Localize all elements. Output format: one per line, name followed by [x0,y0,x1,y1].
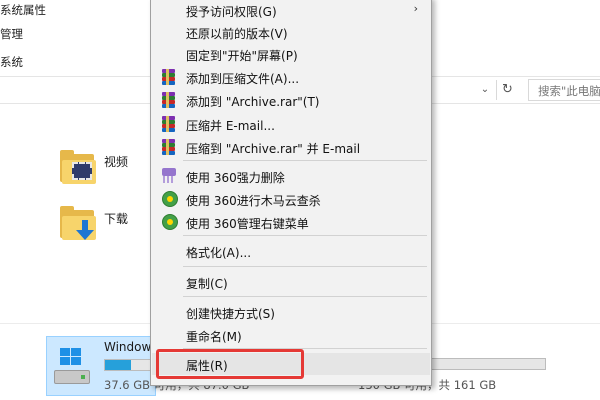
ribbon-fragment: 系统属性 管理 系统 [0,0,150,74]
manage-link[interactable]: 管理 [0,26,23,42]
drive-c-usage-bar [104,359,152,371]
chevron-right-icon: › [413,2,418,15]
windows-drive-icon [54,348,90,388]
menu-separator [183,296,427,297]
context-menu: 授予访问权限(G) › 还原以前的版本(V) 固定到"开始"屏幕(P) 添加到压… [150,0,432,386]
menu-item-manage-menu-360[interactable]: 使用 360管理右键菜单 [152,211,430,233]
menu-item-label: 格式化(A)... [186,246,252,260]
winrar-icon [161,116,177,132]
menu-item-label: 使用 360管理右键菜单 [186,217,309,231]
chevron-down-icon[interactable]: ⌄ [478,82,492,98]
refresh-icon[interactable]: ↻ [496,80,518,100]
menu-item-copy[interactable]: 复制(C) [152,271,430,293]
menu-item-label: 添加到压缩文件(A)... [186,72,300,86]
menu-item-add-archive-rar[interactable]: 添加到 "Archive.rar"(T) [152,89,430,111]
drive-c-usage-fill [105,360,132,370]
360-security-icon [162,214,178,230]
menu-item-label: 压缩并 E-mail... [186,119,275,133]
menu-item-label: 重命名(M) [186,330,242,344]
videos-folder-icon[interactable] [60,150,96,184]
menu-item-pin-start[interactable]: 固定到"开始"屏幕(P) [152,43,430,65]
menu-item-compress-email[interactable]: 压缩并 E-mail... [152,113,430,135]
menu-item-format[interactable]: 格式化(A)... [152,240,430,262]
menu-item-compress-rar-email[interactable]: 压缩到 "Archive.rar" 并 E-mail [152,136,430,158]
360-security-icon [162,191,178,207]
menu-separator [183,235,427,236]
downloads-folder-label[interactable]: 下载 [104,210,128,227]
menu-item-label: 创建快捷方式(S) [186,307,275,321]
shredder-icon [162,168,176,184]
download-arrow-icon [76,220,94,240]
downloads-folder-icon[interactable] [60,206,96,240]
menu-item-grant-access[interactable]: 授予访问权限(G) › [152,0,430,21]
system-properties-link[interactable]: 系统属性 [0,2,46,18]
film-strip-icon [72,162,92,180]
menu-item-restore-version[interactable]: 还原以前的版本(V) [152,21,430,43]
menu-separator [183,160,427,161]
videos-folder-label[interactable]: 视频 [104,153,128,170]
menu-item-rename[interactable]: 重命名(M) [152,324,430,346]
winrar-icon [161,139,177,155]
menu-item-label: 授予访问权限(G) [186,5,277,19]
menu-item-label: 复制(C) [186,277,228,291]
menu-item-label: 还原以前的版本(V) [186,27,288,41]
search-input[interactable]: 搜索"此电脑" [528,79,600,101]
search-placeholder: 搜索"此电脑" [538,84,600,98]
winrar-icon [161,92,177,108]
menu-item-scan-360[interactable]: 使用 360进行木马云查杀 [152,188,430,210]
menu-item-create-shortcut[interactable]: 创建快捷方式(S) [152,301,430,323]
winrar-icon [161,69,177,85]
menu-item-label: 压缩到 "Archive.rar" 并 E-mail [186,142,361,156]
system-link[interactable]: 系统 [0,54,23,70]
menu-separator [183,266,427,267]
menu-item-shred-360[interactable]: 使用 360强力删除 [152,165,430,187]
menu-item-label: 使用 360进行木马云查杀 [186,194,321,208]
annotation-highlight-box [156,349,304,379]
menu-item-add-archive[interactable]: 添加到压缩文件(A)... [152,66,430,88]
menu-item-label: 使用 360强力删除 [186,171,285,185]
menu-item-label: 固定到"开始"屏幕(P) [186,49,298,63]
menu-item-label: 添加到 "Archive.rar"(T) [186,95,320,109]
